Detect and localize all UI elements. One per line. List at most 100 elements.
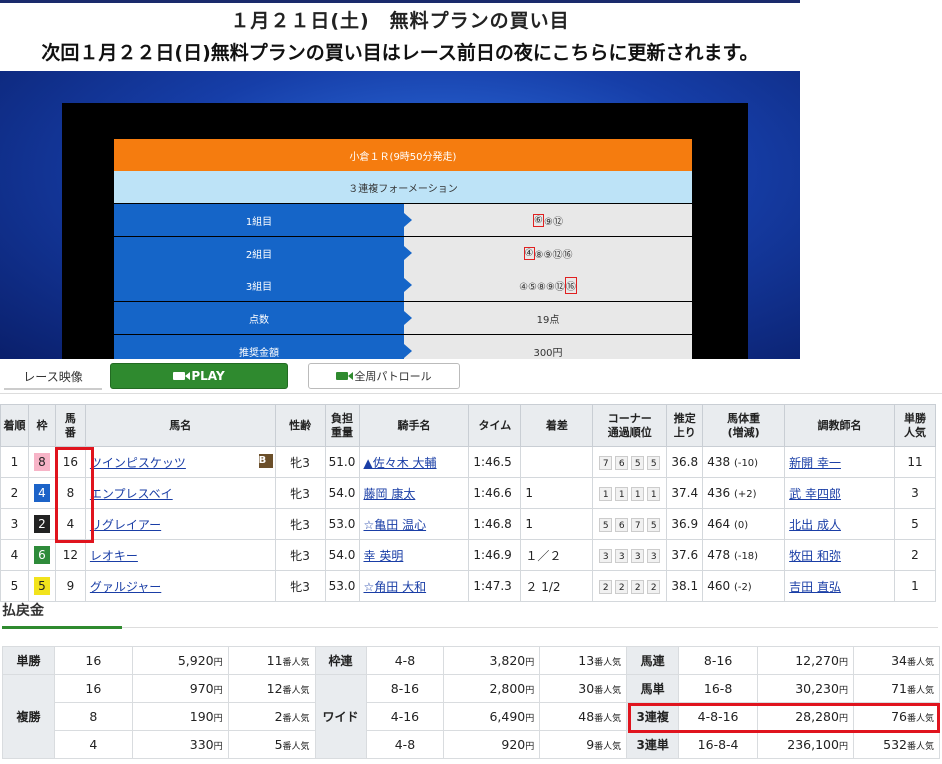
wakuren-amount: 3,820円 bbox=[443, 646, 541, 675]
sex-cell: 牝3 bbox=[274, 570, 326, 602]
pick-row: 点数 19点 bbox=[114, 302, 692, 334]
video-camera-icon bbox=[173, 372, 191, 380]
umaren-num: 8-16 bbox=[678, 646, 759, 675]
waku-cell: 5 bbox=[27, 570, 56, 602]
picks-banner: 小倉１Ｒ(9時50分発走) ３連複フォーメーション 1組目 ⑥ ⑨⑫ 2組目 ④⑧… bbox=[0, 71, 800, 359]
table-row: 5 5 9 グァルジャー 牝3 53.0 ☆角田 大和 1:47.3 ２ 1/2… bbox=[0, 570, 937, 602]
race-name: 小倉１Ｒ(9時50分発走) bbox=[114, 139, 692, 171]
wide-pop: 9番人気 bbox=[539, 730, 628, 759]
wide-amount: 2,800円 bbox=[443, 674, 541, 703]
trainer-link[interactable]: 武 幸四郎 bbox=[789, 487, 841, 501]
trainer-link[interactable]: 新開 幸一 bbox=[789, 456, 841, 470]
jockey-link[interactable]: 幸 英明 bbox=[364, 549, 404, 563]
umaren-amount: 12,270円 bbox=[757, 646, 854, 675]
time-cell: 1:46.8 bbox=[468, 508, 522, 540]
pick-row: 推奨金額 300円 bbox=[114, 335, 692, 359]
weight-cell: 51.0 bbox=[324, 446, 360, 478]
time-cell: 1:46.5 bbox=[468, 446, 522, 478]
payout-row: 単勝 16 5,920円 11番人気 枠連 4-8 3,820円 13番人気 馬… bbox=[2, 646, 941, 675]
corner-cell: 7655 bbox=[592, 446, 668, 478]
horse-link[interactable]: グァルジャー bbox=[90, 580, 161, 594]
play-label: PLAY bbox=[191, 369, 225, 383]
col-horse: 馬名 bbox=[84, 404, 276, 447]
horse-link[interactable]: エンプレスベイ bbox=[90, 487, 173, 501]
bodyweight-cell: 464 (0) bbox=[702, 508, 786, 540]
rank-cell: 1 bbox=[0, 446, 29, 478]
play-button[interactable]: PLAY bbox=[110, 363, 288, 389]
jockey-link[interactable]: ☆亀田 温心 bbox=[364, 518, 427, 532]
col-waku: 枠 bbox=[27, 404, 56, 447]
top-border bbox=[0, 0, 800, 3]
pick-row: 1組目 ⑥ ⑨⑫ bbox=[114, 204, 692, 236]
wide-pop: 48番人気 bbox=[539, 702, 628, 731]
table-row: 4 6 12 レオキー 牝3 54.0 幸 英明 1:46.9 １／２ 3333… bbox=[0, 539, 937, 571]
umatan-amount: 30,230円 bbox=[757, 674, 854, 703]
pick-row: 3組目 ④⑤⑧⑨⑫ ⑯ bbox=[114, 269, 692, 301]
margin-cell: 1 bbox=[520, 508, 594, 540]
time-cell: 1:46.9 bbox=[468, 539, 522, 571]
fukusho-pop: 5番人気 bbox=[227, 730, 316, 759]
num-cell: 9 bbox=[54, 570, 86, 602]
col-trainer: 調教師名 bbox=[784, 404, 895, 447]
col-corner: コーナー 通過順位 bbox=[592, 404, 668, 447]
col-popularity: 単勝 人気 bbox=[893, 404, 937, 447]
jockey-link[interactable]: 藤岡 康太 bbox=[364, 487, 416, 501]
race-name-row: 小倉１Ｒ(9時50分発走) bbox=[114, 139, 692, 171]
trainer-link[interactable]: 吉田 直弘 bbox=[789, 580, 841, 594]
jockey-link[interactable]: ▲佐々木 大輔 bbox=[364, 456, 437, 470]
tansho-label: 単勝 bbox=[2, 646, 55, 675]
horse-cell: レオキー bbox=[84, 539, 276, 571]
umatan-pop: 71番人気 bbox=[852, 674, 941, 703]
bodyweight-cell: 460 (-2) bbox=[702, 570, 786, 602]
horse-cell: ツインピスケッツ B bbox=[84, 446, 276, 478]
race-video-label: レース映像 bbox=[4, 364, 102, 390]
wide-num: 8-16 bbox=[365, 674, 445, 703]
sanrentan-amount: 236,100円 bbox=[757, 730, 854, 759]
fukusho-num: 16 bbox=[53, 674, 133, 703]
horse-cell: リグレイアー bbox=[84, 508, 276, 540]
umatan-num: 16-8 bbox=[678, 674, 759, 703]
pick-numbers: ④⑤⑧⑨⑫ bbox=[519, 281, 565, 293]
waku-badge: 5 bbox=[33, 577, 50, 595]
wakuren-label: 枠連 bbox=[314, 646, 367, 675]
sex-cell: 牝3 bbox=[274, 446, 326, 478]
horse-link[interactable]: ツインピスケッツ bbox=[90, 456, 186, 470]
jockey-cell: ☆亀田 温心 bbox=[358, 508, 470, 540]
highlight-box bbox=[55, 447, 94, 543]
jockey-cell: ☆角田 大和 bbox=[358, 570, 470, 602]
popularity-cell: 11 bbox=[893, 446, 937, 478]
fukusho-amount: 970円 bbox=[131, 674, 229, 703]
jockey-link[interactable]: ☆角田 大和 bbox=[364, 580, 427, 594]
highlight-number: ⑥ bbox=[533, 213, 544, 227]
pick-value: ④ ⑧⑨⑫⑯ bbox=[404, 237, 692, 269]
sex-cell: 牝3 bbox=[274, 508, 326, 540]
horse-link[interactable]: リグレイアー bbox=[90, 518, 161, 532]
sex-cell: 牝3 bbox=[274, 539, 326, 571]
wakuren-pop: 13番人気 bbox=[539, 646, 628, 675]
corner-cell: 5675 bbox=[592, 508, 668, 540]
popularity-cell: 3 bbox=[893, 477, 937, 509]
tansho-amount: 5,920円 bbox=[131, 646, 229, 675]
patrol-label: 全周パトロール bbox=[354, 370, 432, 383]
pick-label: 推奨金額 bbox=[114, 335, 412, 359]
horse-link[interactable]: レオキー bbox=[90, 549, 138, 563]
fukusho-amount: 330円 bbox=[131, 730, 229, 759]
jockey-cell: ▲佐々木 大輔 bbox=[358, 446, 470, 478]
num-cell: 12 bbox=[54, 539, 86, 571]
agari-cell: 37.6 bbox=[666, 539, 704, 571]
margin-cell: ２ 1/2 bbox=[520, 570, 594, 602]
sanrentan-pop: 532番人気 bbox=[852, 730, 941, 759]
fukusho-label: 複勝 bbox=[2, 674, 55, 759]
col-bodyweight: 馬体重 (増減) bbox=[702, 404, 786, 447]
divider bbox=[2, 627, 938, 628]
popularity-cell: 2 bbox=[893, 539, 937, 571]
margin-cell: １／２ bbox=[520, 539, 594, 571]
col-sex: 性齢 bbox=[274, 404, 326, 447]
patrol-button[interactable]: 全周パトロール bbox=[308, 363, 460, 389]
agari-cell: 37.4 bbox=[666, 477, 704, 509]
pick-numbers: ⑨⑫ bbox=[544, 216, 563, 228]
trainer-link[interactable]: 牧田 和弥 bbox=[789, 549, 841, 563]
pick-numbers: ⑧⑨⑫⑯ bbox=[534, 249, 573, 261]
trainer-link[interactable]: 北出 成人 bbox=[789, 518, 841, 532]
highlight-box bbox=[628, 703, 940, 733]
